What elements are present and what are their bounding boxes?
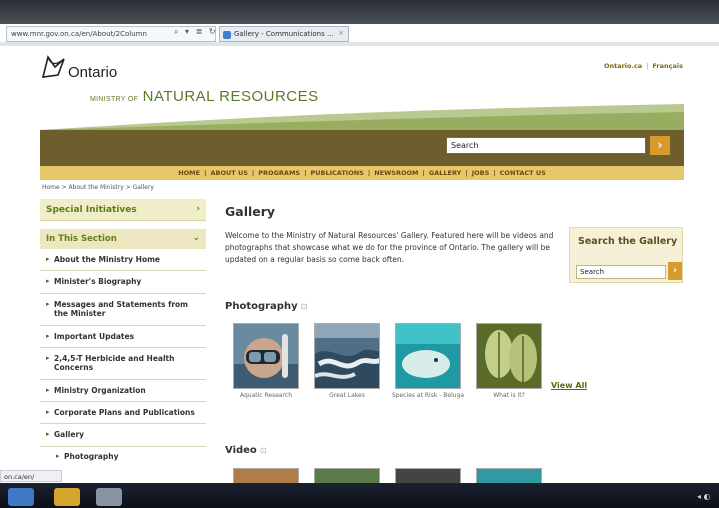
bullet-arrow-icon: ▸: [46, 385, 50, 394]
photography-heading-text: Photography: [225, 301, 298, 312]
natural-resources-label: NATURAL RESOURCES: [142, 88, 319, 105]
sidebar-item-label: 2,4,5-T Herbicide and Health Concerns: [54, 353, 175, 373]
video-heading: Video ⊡: [225, 445, 267, 456]
diver-image: [234, 324, 298, 388]
page-title: Gallery: [225, 204, 276, 219]
nav-separator: |: [204, 169, 207, 177]
system-tray[interactable]: ◂ ◐: [697, 492, 711, 501]
photo-aquatic-research[interactable]: [233, 323, 299, 389]
main-navigation: HOME | ABOUT US | PROGRAMS | PUBLICATIONS | NEWS…: [40, 166, 684, 180]
intro-text: Welcome to the Ministry of Natural Resou…: [225, 231, 554, 264]
bullet-arrow-icon: ▸: [46, 353, 50, 362]
photo-what-is-it[interactable]: [476, 323, 542, 389]
site-search-button[interactable]: ›: [650, 136, 670, 155]
sidebar-item[interactable]: ▸ About the Ministry Home: [40, 249, 206, 272]
nav-item-programs[interactable]: PROGRAMS: [258, 169, 300, 177]
bullet-arrow-icon: ▸: [46, 331, 50, 340]
screenshot-frame: www.mnr.gov.on.ca/en/About/2Column ⌕ ▾ ≣…: [0, 0, 719, 508]
sidebar-subitem-photography[interactable]: ▸ Photography: [40, 446, 206, 466]
chevron-right-icon: ›: [196, 204, 200, 214]
bullet-arrow-icon: ▸: [46, 255, 50, 263]
special-initiatives-header[interactable]: Special Initiatives ›: [40, 199, 206, 221]
view-all-link[interactable]: View All: [551, 381, 587, 390]
photography-heading: Photography ⊡: [225, 301, 307, 312]
nav-separator: |: [422, 169, 425, 177]
lichen-image: [477, 324, 541, 388]
nav-item-jobs[interactable]: JOBS: [472, 169, 490, 177]
nav-separator: |: [493, 169, 496, 177]
section-box-icon: ⊡: [300, 302, 308, 311]
status-bar-url: on.ca/en/: [0, 470, 62, 482]
chevron-down-icon: ⌄: [192, 233, 200, 243]
video-heading-text: Video: [225, 445, 257, 456]
app-taskbar-icon[interactable]: [96, 488, 122, 506]
ontario-logo-text[interactable]: Ontario: [68, 64, 117, 81]
breadcrumb[interactable]: Home > About the Ministry > Gallery: [42, 184, 154, 191]
special-initiatives-label: Special Initiatives: [46, 205, 137, 215]
tab-favicon-icon: [223, 31, 231, 39]
nav-separator: |: [367, 169, 371, 177]
sidebar-item[interactable]: ▸ 2,4,5-T Herbicide and Health Concerns: [40, 348, 206, 380]
ministry-of-label: MINISTRY OF: [90, 96, 139, 103]
site-search-input[interactable]: Search: [446, 137, 646, 154]
sidebar-item[interactable]: ▸ Corporate Plans and Publications: [40, 402, 206, 425]
in-this-section-label: In This Section: [46, 234, 117, 244]
nav-separator: |: [251, 169, 255, 177]
sidebar-item[interactable]: ▸ Messages and Statements from the Minist…: [40, 294, 206, 326]
sidebar-item-label: Gallery: [54, 430, 85, 440]
sidebar-item-label: Important Updates: [54, 331, 135, 341]
nav-item-gallery[interactable]: GALLERY: [429, 169, 461, 177]
window-top-bar: [0, 0, 719, 24]
language-links: Ontario.ca | Français: [604, 62, 683, 70]
nav-separator: |: [304, 169, 307, 177]
nav-separator: |: [465, 169, 468, 177]
francais-link[interactable]: Français: [652, 62, 683, 70]
caption-what-is-it: What is it?: [493, 392, 525, 399]
nav-item-contact-us[interactable]: CONTACT US: [500, 169, 546, 177]
caption-aquatic-research: Aquatic Research: [239, 392, 293, 399]
mail-taskbar-icon[interactable]: [54, 488, 80, 506]
beluga-image: [396, 324, 460, 388]
bullet-arrow-icon: ▸: [46, 430, 50, 439]
sidebar-item[interactable]: ▸ Gallery: [40, 424, 206, 447]
chrome-divider: [0, 42, 719, 46]
sidebar-subitem-label: Photography: [64, 451, 119, 461]
sidebar-item-label: Messages and Statements from the Ministe…: [54, 299, 189, 319]
caption-great-lakes: Great Lakes: [329, 392, 365, 399]
nav-item-publications[interactable]: PUBLICATIONS: [310, 169, 363, 177]
ontario-ca-link[interactable]: Ontario.ca: [604, 62, 642, 70]
section-box-icon: ⊡: [259, 446, 267, 455]
nav-item-about-us[interactable]: ABOUT US: [210, 169, 247, 177]
bullet-arrow-icon: ▸: [46, 299, 50, 308]
browser-tab[interactable]: Gallery - Communications ... ×: [219, 26, 349, 42]
photo-species-at-risk-beluga[interactable]: [395, 323, 461, 389]
sidebar-item[interactable]: ▸ Ministry Organization: [40, 380, 206, 402]
tab-close-icon[interactable]: ×: [338, 29, 344, 37]
sidebar-list: ▸ About the Ministry Home ▸ Minister's Biog…: [40, 249, 206, 447]
search-gallery-title: Search the Gallery: [578, 236, 678, 247]
sidebar-item[interactable]: ▸ Minister's Biography: [40, 271, 206, 294]
caption-beluga: Species at Risk - Beluga: [391, 392, 465, 399]
gallery-search-button[interactable]: ›: [668, 262, 682, 280]
sidebar-item-label: Ministry Organization: [54, 385, 146, 395]
left-sidebar: Special Initiatives › In This Section ⌄ …: [40, 199, 206, 466]
explorer-taskbar-icon[interactable]: [8, 488, 34, 506]
sidebar-item-label: About the Ministry Home: [54, 255, 161, 264]
bullet-arrow-icon: ▸: [46, 277, 50, 286]
sidebar-item-label: Minister's Biography: [54, 277, 142, 287]
nav-item-newsroom[interactable]: NEWSROOM: [374, 169, 418, 177]
gallery-search-input[interactable]: Search: [576, 265, 666, 279]
sidebar-item-label: Corporate Plans and Publications: [54, 408, 195, 417]
bullet-arrow-icon: ▸: [56, 451, 60, 460]
bullet-arrow-icon: ▸: [46, 408, 50, 416]
nav-item-home[interactable]: HOME: [178, 169, 200, 177]
waves-image: [315, 324, 379, 388]
link-separator: |: [646, 62, 649, 70]
sidebar-item[interactable]: ▸ Important Updates: [40, 326, 206, 348]
tab-title: Gallery - Communications ...: [234, 30, 334, 38]
photo-great-lakes[interactable]: [314, 323, 380, 389]
search-gallery-box: Search the Gallery Search ›: [569, 227, 683, 283]
in-this-section-header[interactable]: In This Section ⌄: [40, 229, 206, 249]
